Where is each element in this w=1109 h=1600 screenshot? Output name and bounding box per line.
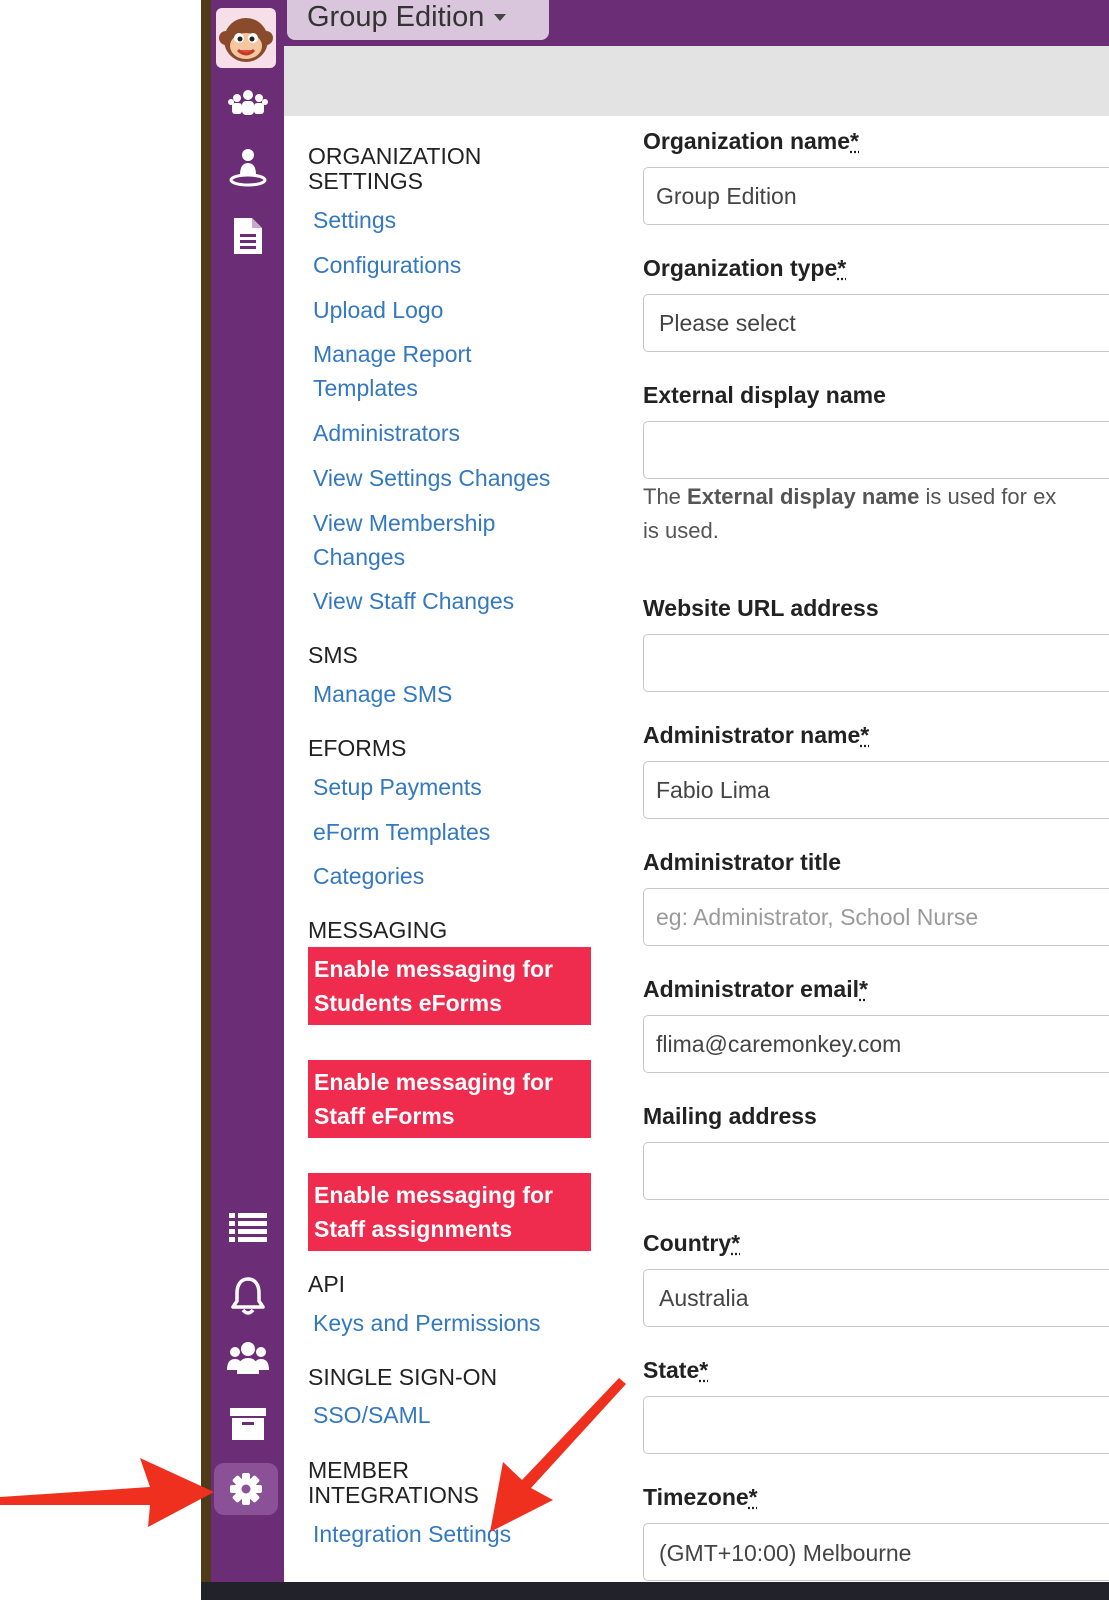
- arrow-to-gear-icon: [0, 1458, 214, 1527]
- annotation-arrows: [0, 1378, 626, 1532]
- arrow-to-integration-settings: [490, 1378, 626, 1532]
